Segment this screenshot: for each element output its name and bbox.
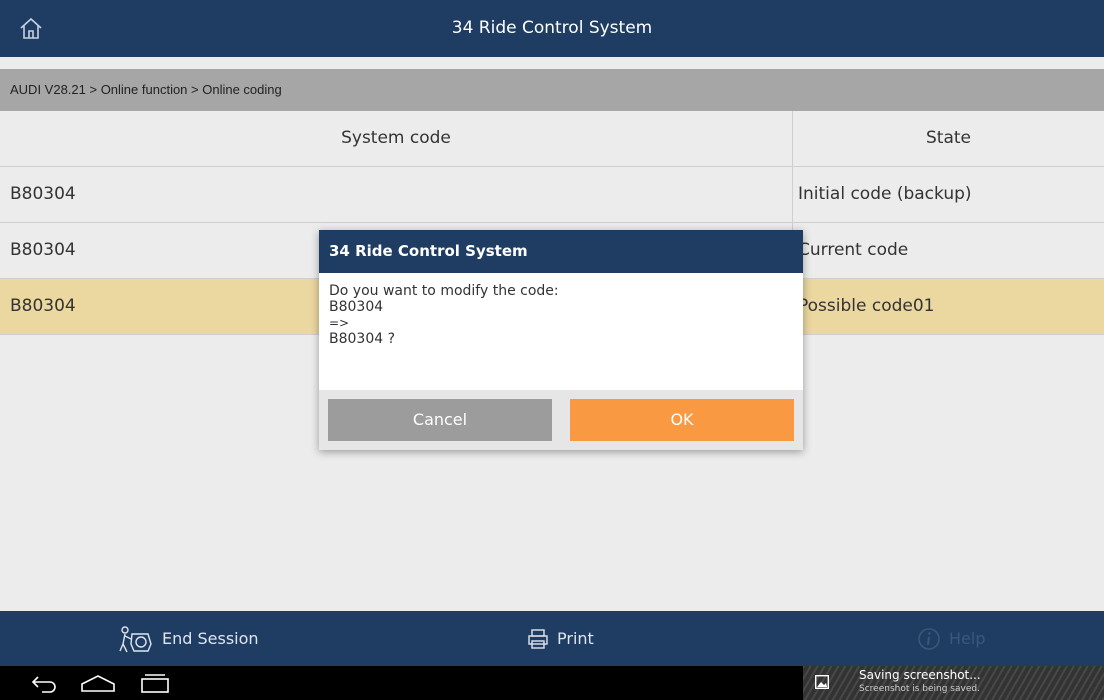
system-code-cell: B80304 [10,184,76,204]
end-session-icon [119,625,152,652]
bottom-toolbar: End Session Print Help [0,611,1104,666]
page-title: 34 Ride Control System [451,18,653,38]
dialog-line: B80304 [329,299,384,315]
dialog-buttons: Cancel OK [319,390,803,450]
end-session-label: End Session [162,629,259,648]
dialog-arrow: => [329,316,350,330]
print-label: Print [557,629,594,648]
dialog-line: B80304 ? [329,331,396,347]
notification-title: Saving screenshot... [859,668,981,682]
printer-icon [528,628,548,649]
end-session-button[interactable]: End Session [118,611,259,666]
breadcrumb: AUDI V28.21 > Online function > Online c… [0,69,1104,111]
table-row[interactable]: B80304 Initial code (backup) [0,167,1104,223]
column-header-state: State [792,111,1104,166]
screenshot-notification[interactable]: Saving screenshot... Screenshot is being… [803,666,1104,700]
info-icon [918,627,940,650]
help-button[interactable]: Help [917,611,985,666]
help-label: Help [949,629,986,648]
app-header: 34 Ride Control System [0,0,1104,57]
image-icon [815,675,829,689]
recent-apps-icon[interactable] [138,672,172,694]
column-header-system-code: System code [341,128,451,148]
notification-subtitle: Screenshot is being saved. [859,684,980,694]
cancel-button[interactable]: Cancel [328,399,552,441]
dialog-message: Do you want to modify the code: B80304 =… [319,273,803,390]
dialog-title: 34 Ride Control System [319,230,803,273]
ok-button[interactable]: OK [570,399,794,441]
confirm-dialog: 34 Ride Control System Do you want to mo… [319,230,803,450]
state-cell: Initial code (backup) [792,167,1104,222]
home-nav-icon[interactable] [78,672,118,694]
dialog-line: Do you want to modify the code: [329,283,559,299]
back-icon[interactable] [28,672,60,694]
state-cell: Current code [792,223,1104,278]
state-cell: Possible code01 [792,279,1104,334]
print-button[interactable]: Print [527,611,594,666]
table-header: System code State [0,111,1104,167]
